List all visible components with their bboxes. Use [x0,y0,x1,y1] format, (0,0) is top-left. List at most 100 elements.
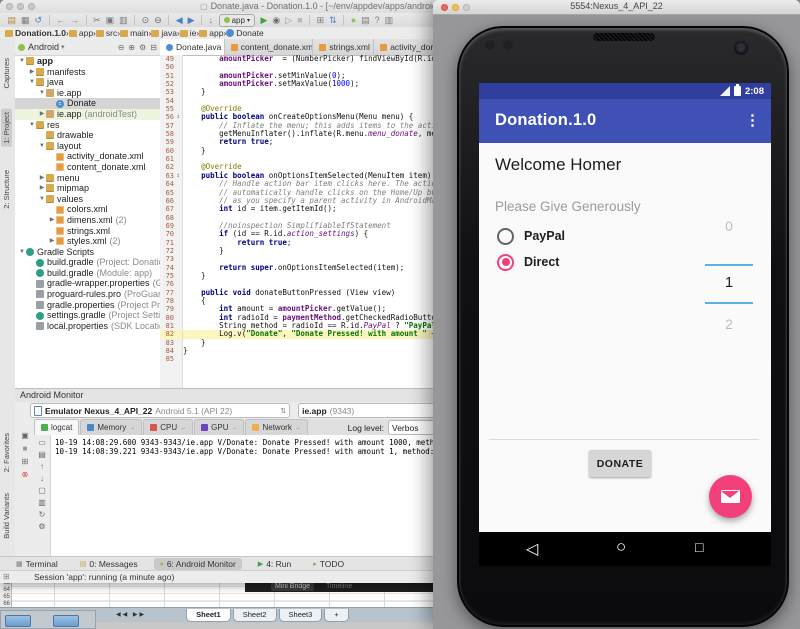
stop-icon[interactable]: ■ [297,13,302,27]
tree-chevron-icon[interactable]: ▼ [18,247,26,258]
picker-value-above[interactable]: 0 [705,218,753,234]
run-configuration-selector[interactable]: app▾ [219,14,255,27]
tool-window-switcher-icon[interactable]: ⊞ [3,571,10,583]
tree-chevron-icon[interactable]: ▼ [18,56,26,67]
tree-chevron-icon[interactable]: ▶ [28,67,36,78]
radio-option-direct[interactable]: Direct [497,253,559,271]
tree-chevron-icon[interactable]: ▶ [38,183,46,194]
tree-chevron-icon[interactable]: ▼ [38,194,46,205]
monitor-tab-cpu[interactable]: CPU→ [143,419,193,435]
save-all-icon[interactable]: ▦ [21,13,30,27]
tool-window-tab-androidmonitor[interactable]: ●6: Android Monitor [154,558,242,570]
logcat-settings-icon[interactable]: ⚙ [38,522,45,531]
editor-tab-content-donate-xml[interactable]: content_donate.xml× [225,39,313,55]
help-icon[interactable]: ? [375,13,380,27]
android-monitor-icon[interactable]: ▥ [385,13,394,27]
redo-icon[interactable]: → [70,13,79,27]
sdk-manager-icon[interactable]: ▤ [361,13,370,27]
tool-window-tab-messages[interactable]: ▤0: Messages [74,558,144,570]
breadcrumb-item[interactable]: java [151,28,177,38]
emulator-titlebar[interactable]: 5554:Nexus_4_API_22 [433,0,800,15]
tree-item-app[interactable]: ▼app [15,56,160,67]
tree-item-gradle-scripts[interactable]: ▼Gradle Scripts [15,247,160,258]
picker-value-below[interactable]: 2 [705,316,753,332]
breadcrumb-item[interactable]: main [120,28,148,38]
donate-button[interactable]: DONATE [589,450,651,477]
tree-item-menu[interactable]: ▶menu [15,173,160,184]
tree-chevron-icon[interactable]: ▼ [28,120,36,131]
process-selector[interactable]: ie.app (9343) [298,403,442,418]
tree-item-build-gradle[interactable]: build.gradle (Project: Donation.1.0) [15,257,160,268]
tree-chevron-icon[interactable]: ▼ [38,141,46,152]
override-marker-icon[interactable]: ↥ [174,113,182,121]
home-button-icon[interactable]: ○ [616,537,626,557]
sidebar-item-buildvariants[interactable]: Build Variants [1,490,12,542]
breadcrumb-item[interactable]: app [69,28,93,38]
code-area[interactable]: amountPicker = (NumberPicker) findViewBy… [183,55,442,388]
find-icon[interactable]: ⊙ [142,13,150,27]
open-icon[interactable]: ▤ [8,13,17,27]
scroll-to-source-icon[interactable]: ⊕ [128,43,135,52]
tree-item-activity-donate-xml[interactable]: activity_donate.xml [15,151,160,162]
sheet-tab-sheet2[interactable]: Sheet2 [233,609,277,622]
tree-item-gradle-properties[interactable]: gradle.properties (Project Properties) [15,300,160,311]
layout-inspector-icon[interactable]: ⊞ [22,457,29,466]
radio-checked-icon[interactable] [497,254,514,271]
sheet-nav-arrows[interactable]: ◀◀ ▶▶ [116,611,146,618]
terminate-app-icon[interactable]: ⊗ [22,470,29,479]
device-selector[interactable]: Emulator Nexus_4_API_22 Android 5.1 (API… [30,403,290,418]
view-button-icon[interactable] [5,615,31,627]
tree-chevron-icon[interactable]: ▼ [28,77,36,88]
project-view-selector[interactable]: Android [28,42,59,52]
amount-number-picker[interactable]: 0 1 2 [705,218,753,338]
studio-titlebar[interactable]: ▢Donate.java - Donation.1.0 - [~/env/app… [0,0,442,14]
hide-panel-icon[interactable]: ⊟ [150,43,157,52]
avd-manager-icon[interactable]: ● [351,13,356,27]
tool-window-tab-terminal[interactable]: ▦Terminal [10,558,64,570]
picker-value-selected[interactable]: 1 [705,274,753,291]
print-icon[interactable]: ▥ [38,498,46,507]
recents-button-icon[interactable]: □ [695,539,703,555]
breadcrumb-item[interactable]: app [199,28,223,38]
navigate-back-icon[interactable]: ◀ [176,13,183,27]
sidebar-item-captures[interactable]: Captures [1,55,12,91]
monitor-tab-logcat[interactable]: logcat [34,419,79,435]
sidebar-item-project[interactable]: 1: Project [1,109,12,147]
screenshot-icon[interactable]: ▣ [21,431,29,440]
close-window-icon[interactable] [6,3,13,10]
tree-item-colors-xml[interactable]: colors.xml [15,204,160,215]
debug-icon[interactable]: ◉ [272,13,280,27]
copy-icon[interactable]: ▣ [106,13,115,27]
replace-icon[interactable]: ⊖ [154,13,162,27]
tool-window-tab-todo[interactable]: ▸TODO [307,558,350,570]
scroll-up-icon[interactable]: ↑ [40,462,44,471]
scroll-down-icon[interactable]: ↓ [40,474,44,483]
clear-log-icon[interactable]: ▭ [38,438,46,447]
tree-item-mipmap[interactable]: ▶mipmap [15,183,160,194]
editor-tab-strings-xml[interactable]: strings.xml× [313,39,374,55]
sidebar-item-favorites[interactable]: 2: Favorites [1,430,12,475]
settings-icon[interactable]: ⚙ [139,43,146,52]
overflow-menu-icon[interactable]: ⋮ [745,111,760,129]
tree-item-values[interactable]: ▼values [15,194,160,205]
tree-chevron-icon[interactable]: ▶ [38,173,46,184]
tree-item-strings-xml[interactable]: strings.xml [15,226,160,237]
radio-option-paypal[interactable]: PayPal [497,227,565,245]
panel-tab-timeline[interactable]: Timeline [322,582,356,591]
panel-tab-mini-bridge[interactable]: Mini Bridge [271,582,314,591]
breadcrumb-item[interactable]: Donation.1.0 [5,28,66,38]
navigate-forward-icon[interactable]: ▶ [188,13,195,27]
breadcrumb-item[interactable]: ie [180,28,197,38]
sidebar-item-structure[interactable]: 2: Structure [1,167,12,212]
view-button-icon[interactable] [53,615,79,627]
restart-logcat-icon[interactable]: ↻ [39,510,46,519]
logcat-output[interactable]: 10-19 14:08:29.600 9343-9343/ie.app V/Do… [51,435,442,557]
tree-item-manifests[interactable]: ▶manifests [15,67,160,78]
tree-chevron-icon[interactable]: ▶ [48,236,56,247]
tree-item-res[interactable]: ▼res [15,120,160,131]
project-structure-icon[interactable]: ⊞ [317,13,325,27]
tree-chevron-icon[interactable]: ▼ [38,88,46,99]
collapse-all-icon[interactable]: ⊖ [118,43,125,52]
back-button-icon[interactable]: ◁ [526,539,538,559]
editor-gutter[interactable]: 4950515253545556↥57585960616263↥64656667… [160,55,183,388]
